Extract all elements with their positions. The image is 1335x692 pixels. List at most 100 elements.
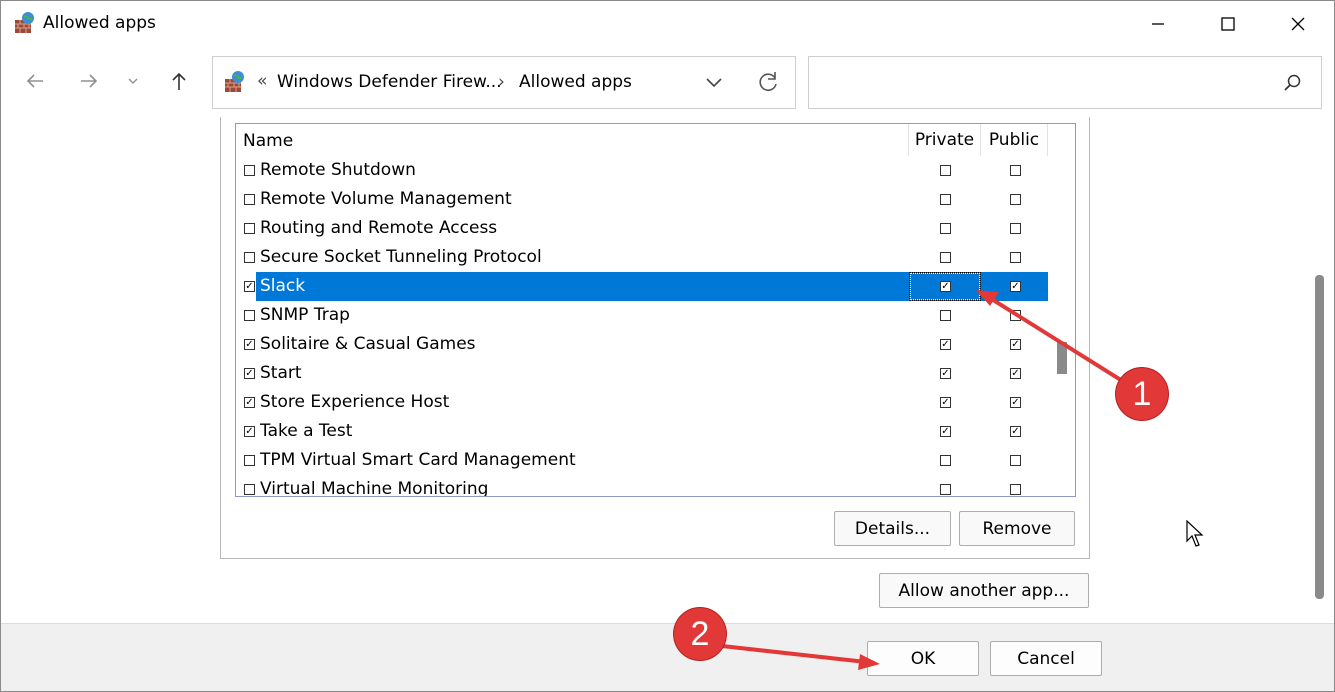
dialog-footer: OK Cancel bbox=[1, 623, 1334, 691]
arrow-left-icon bbox=[26, 74, 43, 88]
list-rows: Remote Shutdown Remote Volume Management R… bbox=[236, 156, 1048, 496]
private-checkbox[interactable]: ✓ bbox=[940, 368, 951, 379]
address-overflow-chevron[interactable]: « bbox=[257, 71, 267, 91]
private-checkbox[interactable] bbox=[940, 194, 951, 205]
app-enabled-checkbox[interactable]: ✓ bbox=[244, 339, 255, 350]
app-name-label: Secure Socket Tunneling Protocol bbox=[260, 247, 542, 267]
app-enabled-checkbox[interactable] bbox=[244, 165, 255, 176]
list-item[interactable]: SNMP Trap bbox=[236, 301, 1048, 330]
app-name-label: Routing and Remote Access bbox=[260, 218, 498, 238]
private-checkbox[interactable]: ✓ bbox=[940, 339, 951, 350]
address-bar[interactable]: « Windows Defender Firew... › Allowed ap… bbox=[212, 56, 796, 109]
details-button[interactable]: Details... bbox=[834, 511, 951, 546]
public-checkbox[interactable] bbox=[1010, 194, 1021, 205]
up-button[interactable] bbox=[163, 65, 195, 97]
app-enabled-checkbox[interactable] bbox=[244, 252, 255, 263]
column-header-public[interactable]: Public bbox=[981, 124, 1048, 156]
search-icon[interactable] bbox=[1283, 73, 1303, 93]
public-checkbox[interactable]: ✓ bbox=[1010, 397, 1021, 408]
chevron-down-icon[interactable] bbox=[703, 71, 725, 93]
public-checkbox[interactable]: ✓ bbox=[1010, 339, 1021, 350]
list-item[interactable]: Routing and Remote Access bbox=[236, 214, 1048, 243]
private-checkbox[interactable] bbox=[940, 310, 951, 321]
app-enabled-checkbox[interactable] bbox=[244, 455, 255, 466]
private-checkbox[interactable] bbox=[940, 484, 951, 495]
forward-button[interactable] bbox=[73, 65, 105, 97]
window-title: Allowed apps bbox=[43, 13, 156, 33]
private-checkbox[interactable]: ✓ bbox=[940, 426, 951, 437]
public-checkbox[interactable] bbox=[1010, 165, 1021, 176]
back-button[interactable] bbox=[19, 65, 51, 97]
maximize-button[interactable] bbox=[1193, 1, 1263, 47]
app-name-label: Remote Volume Management bbox=[260, 189, 512, 209]
cancel-button[interactable]: Cancel bbox=[990, 641, 1102, 676]
annotation-badge-2: 2 bbox=[674, 608, 726, 660]
app-name-label: Start bbox=[260, 363, 302, 383]
firewall-icon bbox=[225, 71, 244, 92]
recent-locations-button[interactable] bbox=[117, 65, 149, 97]
app-enabled-checkbox[interactable]: ✓ bbox=[244, 368, 255, 379]
close-button[interactable] bbox=[1263, 1, 1333, 47]
public-checkbox[interactable] bbox=[1010, 252, 1021, 263]
private-checkbox[interactable] bbox=[940, 165, 951, 176]
allowed-apps-list[interactable]: Name Private Public Remote Shutdown Remot… bbox=[235, 123, 1076, 497]
app-enabled-checkbox[interactable]: ✓ bbox=[244, 281, 255, 292]
arrow-right-icon bbox=[81, 74, 98, 88]
allowed-apps-window: Allowed apps « Windows Defender Firew...… bbox=[0, 0, 1335, 692]
list-item[interactable]: Remote Volume Management bbox=[236, 185, 1048, 214]
refresh-icon[interactable] bbox=[755, 69, 781, 95]
app-name-label: Take a Test bbox=[260, 421, 353, 441]
list-header: Name Private Public bbox=[236, 124, 1048, 156]
app-enabled-checkbox[interactable] bbox=[244, 223, 255, 234]
title-bar: Allowed apps bbox=[1, 1, 1334, 47]
public-checkbox[interactable]: ✓ bbox=[1010, 426, 1021, 437]
list-item[interactable]: Virtual Machine Monitoring bbox=[236, 475, 1048, 496]
private-checkbox[interactable]: ✓ bbox=[940, 397, 951, 408]
app-enabled-checkbox[interactable] bbox=[244, 194, 255, 205]
minimize-icon bbox=[1152, 23, 1164, 25]
app-enabled-checkbox[interactable] bbox=[244, 484, 255, 495]
list-item[interactable]: TPM Virtual Smart Card Management bbox=[236, 446, 1048, 475]
app-enabled-checkbox[interactable]: ✓ bbox=[244, 426, 255, 437]
public-checkbox[interactable] bbox=[1010, 310, 1021, 321]
column-header-private[interactable]: Private bbox=[908, 124, 981, 156]
list-item[interactable]: ✓ Slack ✓ ✓ bbox=[236, 272, 1048, 301]
list-item[interactable]: ✓ Take a Test ✓ ✓ bbox=[236, 417, 1048, 446]
public-checkbox[interactable] bbox=[1010, 223, 1021, 234]
app-enabled-checkbox[interactable] bbox=[244, 310, 255, 321]
public-checkbox[interactable]: ✓ bbox=[1010, 281, 1021, 292]
public-checkbox[interactable] bbox=[1010, 455, 1021, 466]
public-checkbox[interactable]: ✓ bbox=[1010, 368, 1021, 379]
arrow-up-icon bbox=[172, 72, 186, 90]
breadcrumb-separator[interactable]: › bbox=[498, 72, 505, 92]
chevron-down-icon bbox=[128, 78, 138, 84]
public-checkbox[interactable] bbox=[1010, 484, 1021, 495]
minimize-button[interactable] bbox=[1123, 1, 1193, 47]
column-header-name[interactable]: Name bbox=[243, 131, 293, 151]
list-item[interactable]: Remote Shutdown bbox=[236, 156, 1048, 185]
remove-button[interactable]: Remove bbox=[959, 511, 1075, 546]
app-name-label: SNMP Trap bbox=[260, 305, 350, 325]
search-box[interactable] bbox=[808, 56, 1322, 109]
private-checkbox[interactable] bbox=[940, 252, 951, 263]
list-item[interactable]: ✓ Solitaire & Casual Games ✓ ✓ bbox=[236, 330, 1048, 359]
maximize-icon bbox=[1221, 17, 1235, 31]
breadcrumb-allowed-apps[interactable]: Allowed apps bbox=[519, 72, 632, 92]
list-item[interactable]: Secure Socket Tunneling Protocol bbox=[236, 243, 1048, 272]
app-enabled-checkbox[interactable]: ✓ bbox=[244, 397, 255, 408]
page-scrollbar[interactable] bbox=[1309, 117, 1331, 623]
close-icon bbox=[1291, 17, 1305, 31]
ok-button[interactable]: OK bbox=[867, 641, 979, 676]
breadcrumb-firewall[interactable]: Windows Defender Firew... bbox=[277, 72, 502, 92]
app-name-label: TPM Virtual Smart Card Management bbox=[260, 450, 576, 470]
list-scrollbar-thumb[interactable] bbox=[1057, 342, 1067, 374]
private-checkbox[interactable]: ✓ bbox=[940, 281, 951, 292]
list-item[interactable]: ✓ Store Experience Host ✓ ✓ bbox=[236, 388, 1048, 417]
allow-another-app-button[interactable]: Allow another app... bbox=[879, 573, 1089, 608]
page-scrollbar-thumb[interactable] bbox=[1315, 275, 1324, 599]
private-checkbox[interactable] bbox=[940, 223, 951, 234]
firewall-icon bbox=[15, 12, 34, 33]
list-scrollbar[interactable] bbox=[1048, 124, 1075, 496]
list-item[interactable]: ✓ Start ✓ ✓ bbox=[236, 359, 1048, 388]
private-checkbox[interactable] bbox=[940, 455, 951, 466]
